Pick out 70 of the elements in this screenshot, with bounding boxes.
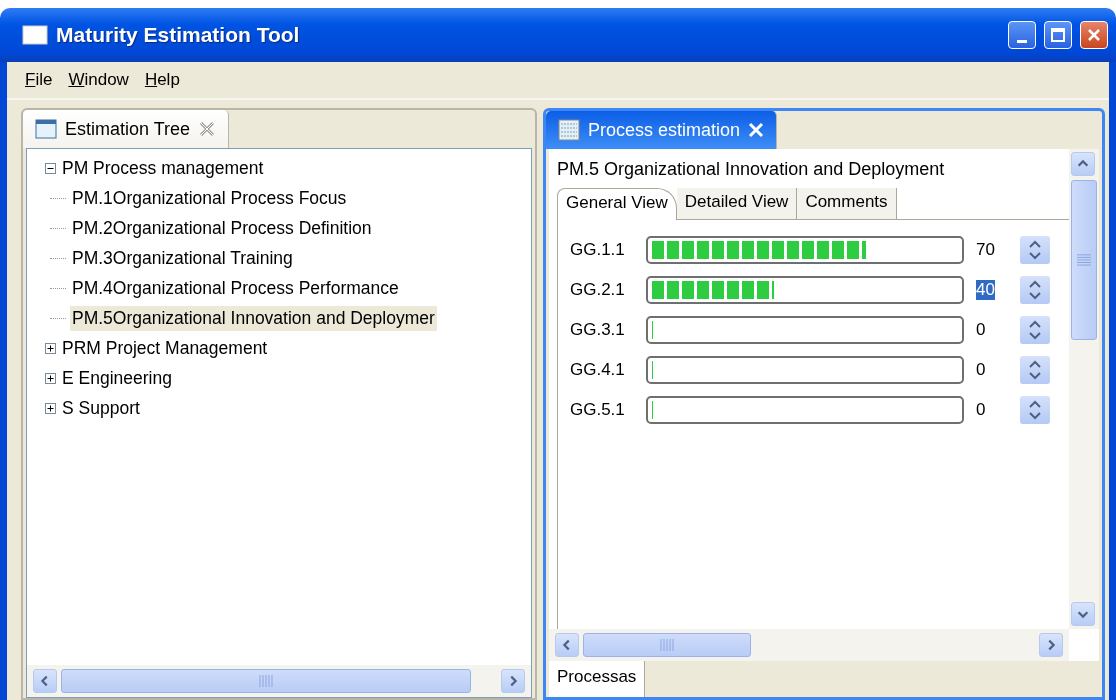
spinner-button[interactable] bbox=[1020, 356, 1050, 384]
goal-label: GG.1.1 bbox=[570, 240, 626, 260]
horizontal-scrollbar[interactable] bbox=[549, 629, 1069, 661]
goal-label: GG.5.1 bbox=[570, 400, 626, 420]
tree-item[interactable]: PM.1Organizational Process Focus bbox=[70, 185, 349, 211]
tree-item[interactable]: E Engineering bbox=[60, 365, 174, 391]
grip-icon bbox=[660, 639, 674, 651]
expand-icon[interactable] bbox=[45, 402, 56, 414]
minimize-button[interactable] bbox=[1008, 21, 1036, 49]
scrollbar-thumb[interactable] bbox=[1071, 180, 1097, 340]
view-tab[interactable]: General View bbox=[557, 188, 677, 220]
scrollbar-thumb[interactable] bbox=[61, 669, 471, 693]
spinner-button[interactable] bbox=[1020, 276, 1050, 304]
spinner-button[interactable] bbox=[1020, 396, 1050, 424]
table-icon bbox=[558, 119, 580, 141]
process-heading: PM.5 Organizational Innovation and Deployment bbox=[557, 159, 946, 180]
window-icon bbox=[35, 118, 57, 140]
editor-tab[interactable]: Process estimation bbox=[546, 111, 778, 149]
value-field[interactable]: 0 bbox=[976, 400, 986, 420]
maximize-button[interactable] bbox=[1044, 21, 1072, 49]
minimize-icon bbox=[1017, 39, 1027, 43]
window-title: Maturity Estimation Tool bbox=[56, 23, 301, 47]
scroll-left-button[interactable] bbox=[33, 669, 57, 693]
page-tab[interactable]: Processas bbox=[549, 661, 646, 697]
close-icon[interactable] bbox=[198, 120, 217, 138]
value-field[interactable]: 40 bbox=[976, 280, 995, 300]
scroll-right-button[interactable] bbox=[1039, 633, 1063, 657]
scrollbar-thumb[interactable] bbox=[583, 633, 751, 657]
tree-item[interactable]: PM.5Organizational Innovation and Deploymer bbox=[70, 305, 437, 331]
grip-icon bbox=[1077, 254, 1091, 266]
view-tab[interactable]: Comments bbox=[797, 188, 897, 219]
scroll-up-button[interactable] bbox=[1071, 152, 1095, 176]
tree-item[interactable]: PM Process management bbox=[60, 155, 266, 181]
view-tab[interactable]: Estimation Tree bbox=[23, 110, 230, 148]
spinner-button[interactable] bbox=[1020, 236, 1050, 264]
up-down-icon bbox=[1027, 399, 1043, 421]
value-field[interactable]: 0 bbox=[976, 360, 986, 380]
maximize-icon bbox=[1050, 27, 1066, 43]
up-down-icon bbox=[1027, 239, 1043, 261]
view-tab[interactable]: Detailed View bbox=[676, 188, 798, 219]
tree-item[interactable]: PRM Project Management bbox=[60, 335, 270, 361]
goal-label: GG.3.1 bbox=[570, 320, 626, 340]
up-down-icon bbox=[1027, 359, 1043, 381]
grip-icon bbox=[259, 675, 273, 687]
collapse-icon[interactable] bbox=[45, 162, 56, 174]
close-icon[interactable] bbox=[748, 122, 765, 138]
close-button[interactable] bbox=[1080, 21, 1108, 49]
value-field[interactable]: 70 bbox=[976, 240, 995, 260]
up-down-icon bbox=[1027, 319, 1043, 341]
scroll-left-button[interactable] bbox=[555, 633, 579, 657]
tree-item[interactable]: PM.2Organizational Process Definition bbox=[70, 215, 374, 241]
expand-icon[interactable] bbox=[45, 372, 56, 384]
goal-label: GG.2.1 bbox=[570, 280, 626, 300]
vertical-scrollbar[interactable] bbox=[1069, 149, 1099, 629]
spinner-button[interactable] bbox=[1020, 316, 1050, 344]
close-icon bbox=[1086, 27, 1102, 43]
menu-item[interactable]: Window bbox=[60, 66, 137, 94]
tree-item[interactable]: S Support bbox=[60, 395, 142, 421]
tree-item[interactable]: PM.3Organizational Training bbox=[70, 245, 295, 271]
value-field[interactable]: 0 bbox=[976, 320, 986, 340]
up-down-icon bbox=[1027, 279, 1043, 301]
scroll-right-button[interactable] bbox=[501, 669, 525, 693]
menu-item[interactable]: Help bbox=[136, 66, 188, 94]
window-icon bbox=[22, 25, 48, 45]
scroll-down-button[interactable] bbox=[1071, 602, 1095, 626]
goal-label: GG.4.1 bbox=[570, 360, 626, 380]
expand-icon[interactable] bbox=[45, 342, 56, 354]
horizontal-scrollbar[interactable] bbox=[27, 665, 531, 697]
tree-item[interactable]: PM.4Organizational Process Performance bbox=[70, 275, 401, 301]
menu-item[interactable]: File bbox=[17, 66, 61, 94]
